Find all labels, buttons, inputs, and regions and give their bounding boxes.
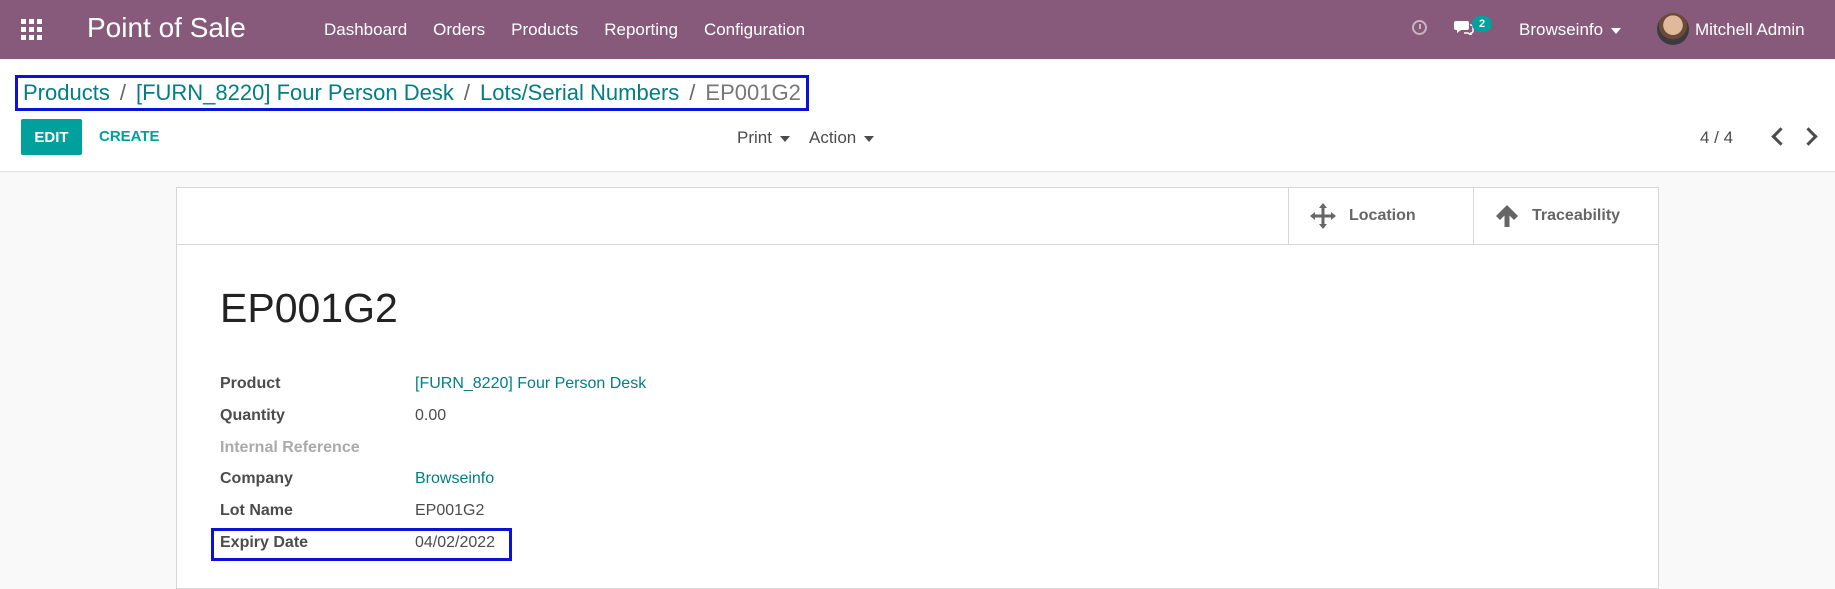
- breadcrumb-separator: /: [119, 80, 126, 105]
- menu-item-configuration[interactable]: Configuration: [704, 20, 805, 40]
- breadcrumb-product-record[interactable]: [FURN_8220] Four Person Desk: [136, 80, 454, 106]
- user-menu[interactable]: Mitchell Admin: [1695, 20, 1805, 40]
- arrows-move-icon: [1310, 203, 1336, 229]
- menu-item-orders[interactable]: Orders: [433, 20, 485, 40]
- company-label: Company: [220, 470, 293, 487]
- smart-button-box: Location Traceability: [177, 188, 1658, 245]
- expiry-date-value: 04/02/2022: [415, 534, 496, 551]
- breadcrumb: Products / [FURN_8220] Four Person Desk …: [15, 75, 809, 111]
- traceability-button-label: Traceability: [1532, 207, 1621, 224]
- expiry-date-label: Expiry Date: [220, 534, 309, 551]
- breadcrumb-products[interactable]: Products: [23, 80, 110, 106]
- app-title[interactable]: Point of Sale: [87, 12, 246, 44]
- breadcrumb-separator: /: [463, 80, 470, 105]
- form-sheet: Location Traceability EP001G2 Product [F…: [176, 187, 1659, 589]
- chat-bubble-icon[interactable]: [1454, 19, 1474, 35]
- internal-reference-label: Internal Reference: [220, 439, 360, 456]
- breadcrumb-lots-serial-numbers[interactable]: Lots/Serial Numbers: [480, 80, 679, 106]
- activity-clock-icon[interactable]: [1412, 20, 1427, 35]
- company-switcher-label: Browseinfo: [1519, 20, 1604, 39]
- company-switcher[interactable]: Browseinfo: [1519, 20, 1622, 40]
- caret-down-icon: [864, 135, 875, 142]
- action-dropdown-label: Action: [809, 128, 857, 147]
- menu-item-reporting[interactable]: Reporting: [604, 20, 678, 40]
- create-button[interactable]: CREATE: [99, 128, 160, 145]
- product-value[interactable]: [FURN_8220] Four Person Desk: [415, 375, 646, 393]
- company-value[interactable]: Browseinfo: [415, 470, 494, 488]
- apps-grid-icon[interactable]: [21, 19, 43, 41]
- print-dropdown-label: Print: [737, 128, 772, 147]
- print-dropdown[interactable]: Print: [737, 128, 790, 148]
- lot-name-label: Lot Name: [220, 502, 293, 519]
- location-button-label: Location: [1349, 207, 1416, 224]
- product-label: Product: [220, 375, 281, 392]
- caret-down-icon: [779, 135, 790, 142]
- breadcrumb-current: EP001G2: [705, 80, 801, 105]
- quantity-value: 0.00: [415, 407, 447, 424]
- record-title: EP001G2: [220, 285, 398, 331]
- breadcrumb-separator: /: [689, 80, 696, 105]
- action-dropdown[interactable]: Action: [809, 128, 875, 148]
- caret-down-icon: [1611, 27, 1622, 34]
- lot-name-value: EP001G2: [415, 502, 485, 519]
- pager-value[interactable]: 4 / 4: [1700, 128, 1733, 148]
- edit-button[interactable]: EDIT: [21, 119, 82, 155]
- traceability-button[interactable]: Traceability: [1473, 188, 1659, 244]
- arrow-up-icon: [1496, 205, 1518, 227]
- top-navbar: Point of Sale Dashboard Orders Products …: [0, 0, 1835, 59]
- menu-item-dashboard[interactable]: Dashboard: [324, 20, 407, 40]
- location-button[interactable]: Location: [1288, 188, 1473, 244]
- main-menu: Dashboard Orders Products Reporting Conf…: [324, 20, 831, 40]
- avatar[interactable]: [1657, 13, 1689, 45]
- menu-item-products[interactable]: Products: [511, 20, 578, 40]
- quantity-label: Quantity: [220, 407, 285, 424]
- messages-count-badge: 2: [1472, 16, 1493, 32]
